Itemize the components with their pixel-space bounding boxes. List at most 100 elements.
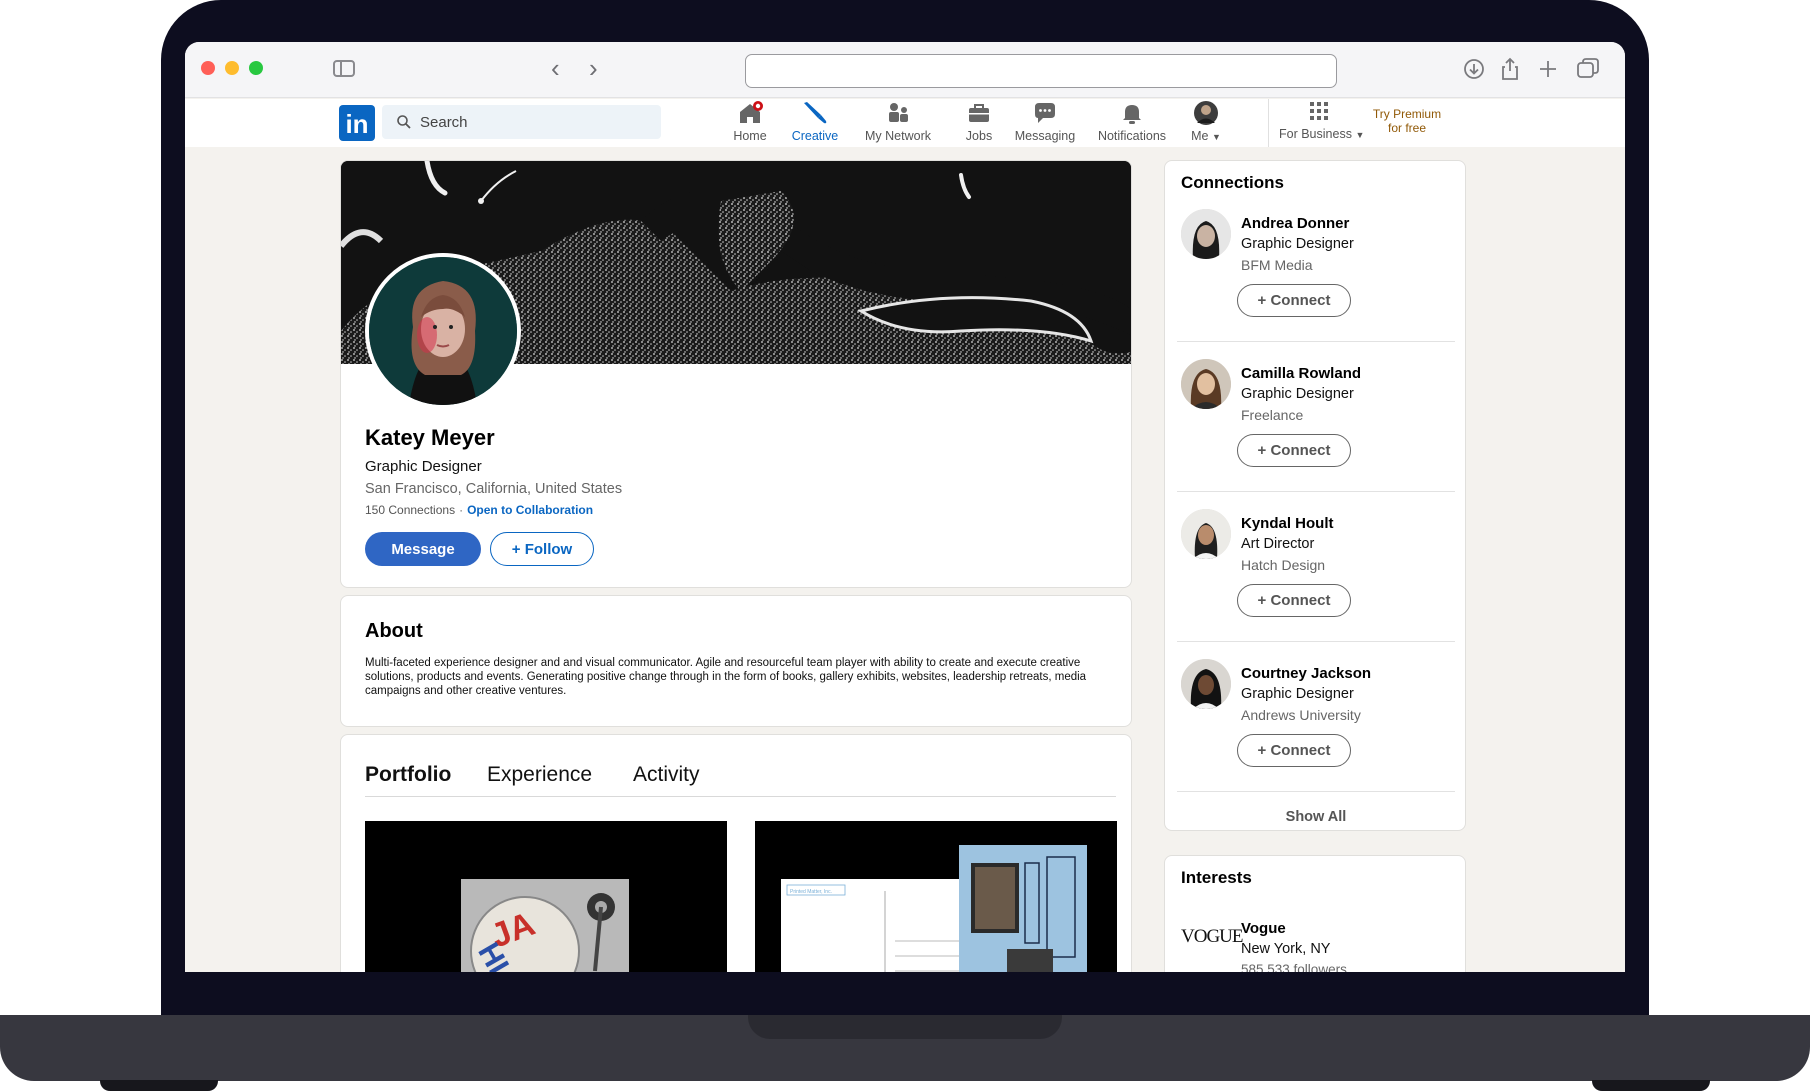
turntable-artwork: JA HI (365, 821, 727, 972)
profile-card: Katey Meyer Graphic Designer San Francis… (340, 160, 1132, 588)
connection-item: Kyndal Hoult Art Director Hatch Design +… (1181, 509, 1459, 659)
zoom-window-button[interactable] (249, 61, 263, 75)
chat-icon (1035, 103, 1055, 123)
laptop-foot-left (100, 1080, 218, 1091)
try-premium-link[interactable]: Try Premium for free (1367, 107, 1447, 135)
sidebar-toggle-icon[interactable] (333, 60, 355, 77)
screen: ‹ › in Search Home Creative My Network J… (185, 42, 1625, 972)
connection-avatar[interactable] (1181, 509, 1231, 559)
nav-label: My Network (865, 129, 931, 143)
connect-button[interactable]: + Connect (1237, 434, 1351, 467)
browser-toolbar: ‹ › (185, 42, 1625, 98)
connection-name[interactable]: Kyndal Hoult (1241, 515, 1334, 532)
download-icon[interactable] (1461, 56, 1487, 82)
separator: · (459, 503, 464, 517)
connection-org: Freelance (1241, 407, 1304, 423)
new-tab-icon[interactable] (1535, 56, 1561, 82)
connect-button[interactable]: + Connect (1237, 734, 1351, 767)
connection-org: Hatch Design (1241, 557, 1326, 573)
connections-card: Connections Andrea Donner Graphic Design… (1164, 160, 1466, 831)
vogue-logo: VOGUE (1181, 926, 1243, 947)
interest-name[interactable]: Vogue (1241, 920, 1286, 937)
bell-icon (1123, 105, 1141, 124)
profile-connections-row: 150 Connections · Open to Collaboration (365, 503, 593, 517)
nav-for-business[interactable]: For Business ▼ (1279, 99, 1365, 147)
close-window-button[interactable] (201, 61, 215, 75)
tab-experience[interactable]: Experience (487, 763, 592, 787)
nav-messaging[interactable]: Messaging (1010, 99, 1080, 147)
postcard-caption: Printed Matter, Inc. (790, 889, 832, 895)
tab-overview-icon[interactable] (1575, 56, 1601, 82)
tab-portfolio[interactable]: Portfolio (365, 763, 451, 787)
portfolio-item-turntable[interactable]: JA HI (365, 821, 727, 972)
connection-name[interactable]: Andrea Donner (1241, 215, 1349, 232)
nav-jobs[interactable]: Jobs (959, 99, 999, 147)
connection-name[interactable]: Courtney Jackson (1241, 665, 1371, 682)
connection-title: Graphic Designer (1241, 386, 1354, 402)
profile-name: Katey Meyer (365, 425, 495, 450)
network-icon (889, 103, 908, 122)
back-arrow-icon[interactable]: ‹ (551, 54, 560, 82)
nav-label: Creative (791, 129, 839, 143)
connection-item: Andrea Donner Graphic Designer BFM Media… (1181, 209, 1459, 359)
share-icon[interactable] (1497, 56, 1523, 82)
interests-card: Interests VOGUE Vogue New York, NY 585,5… (1164, 855, 1466, 972)
nav-me[interactable]: Me ▼ (1186, 99, 1226, 147)
profile-location: San Francisco, California, United States (365, 481, 623, 497)
divider (1177, 791, 1455, 792)
nav-notifications[interactable]: Notifications (1091, 99, 1173, 147)
nav-label: Home (733, 129, 767, 143)
connection-item: Courtney Jackson Graphic Designer Andrew… (1181, 659, 1459, 809)
portfolio-item-postcard[interactable]: Printed Matter, Inc. (755, 821, 1117, 972)
nav-label: Jobs (965, 129, 993, 143)
grid-icon (1310, 102, 1328, 120)
premium-line-2: for free (1387, 121, 1426, 135)
profile-photo (369, 257, 517, 405)
connection-item: Camilla Rowland Graphic Designer Freelan… (1181, 359, 1459, 509)
chevron-down-icon: ▼ (1211, 132, 1221, 142)
divider (1177, 341, 1455, 342)
connection-org: BFM Media (1241, 257, 1313, 273)
connect-button[interactable]: + Connect (1237, 284, 1351, 317)
search-box (382, 105, 661, 139)
briefcase-icon (969, 104, 989, 122)
tab-activity[interactable]: Activity (633, 763, 700, 787)
connection-avatar[interactable] (1181, 359, 1231, 409)
profile-headline: Graphic Designer (365, 458, 482, 475)
nav-home[interactable]: Home (725, 99, 775, 147)
nav-my-network[interactable]: My Network (853, 99, 943, 147)
about-card: About Multi-faceted experience designer … (340, 595, 1132, 727)
show-all-connections-link[interactable]: Show All (1165, 809, 1465, 825)
connection-title: Graphic Designer (1241, 236, 1354, 252)
linkedin-top-nav: in Home Creative (185, 99, 1625, 147)
follow-button[interactable]: + Follow (490, 532, 594, 566)
portfolio-card: Portfolio Experience Activity JA HI Prin… (340, 734, 1132, 972)
nav-creative[interactable]: Creative (787, 99, 843, 147)
profile-avatar[interactable] (365, 253, 521, 409)
interest-location: New York, NY (1241, 941, 1331, 957)
connection-avatar[interactable] (1181, 659, 1231, 709)
message-button[interactable]: Message (365, 532, 481, 566)
search-input[interactable] (420, 105, 650, 139)
forward-arrow-icon[interactable]: › (589, 54, 598, 82)
interests-title: Interests (1181, 868, 1252, 887)
minimize-window-button[interactable] (225, 61, 239, 75)
connection-org: Andrews University (1241, 707, 1361, 723)
home-icon (740, 101, 763, 123)
connection-avatar[interactable] (1181, 209, 1231, 259)
nav-label: Notifications (1097, 129, 1167, 143)
nav-label: For Business ▼ (1279, 127, 1365, 141)
linkedin-logo[interactable]: in (339, 105, 375, 141)
chevron-down-icon: ▼ (1355, 130, 1365, 140)
connection-name[interactable]: Camilla Rowland (1241, 365, 1361, 382)
open-to-collaboration-link[interactable]: Open to Collaboration (467, 503, 593, 517)
connect-button[interactable]: + Connect (1237, 584, 1351, 617)
address-bar[interactable] (745, 54, 1337, 88)
connections-count[interactable]: 150 Connections (365, 503, 455, 517)
nav-label: Messaging (1014, 129, 1076, 143)
interest-followers: 585,533 followers (1241, 962, 1347, 972)
postcard-artwork: Printed Matter, Inc. (755, 821, 1117, 972)
profile-tabs: Portfolio Experience Activity (365, 763, 1116, 797)
divider (1177, 641, 1455, 642)
about-title: About (365, 620, 423, 642)
